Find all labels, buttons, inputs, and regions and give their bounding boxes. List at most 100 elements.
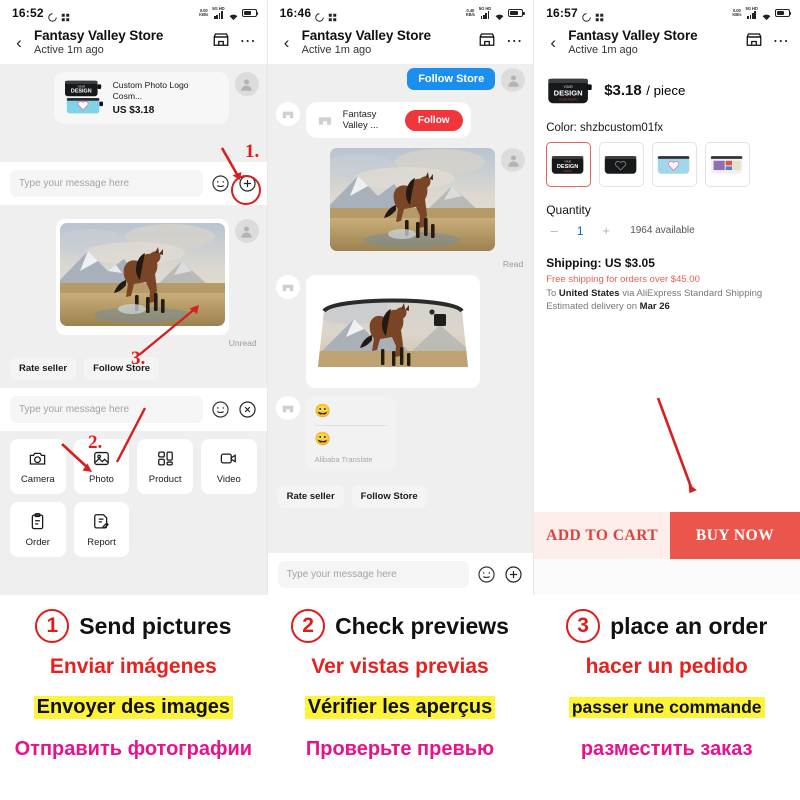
buy-now-button[interactable]: BUY NOW [670, 512, 800, 559]
sent-image-bubble[interactable] [330, 148, 496, 256]
battery-icon [774, 8, 792, 17]
network-rate: 0.00 KB/s [732, 7, 742, 17]
qty-available: 1964 available [630, 225, 695, 236]
follow-store-button[interactable]: Follow Store [351, 484, 427, 508]
qty-increment-button[interactable]: + [598, 223, 614, 238]
screenshot-root: 16:52 0.00 KB/s 5G HD ‹ Fantasy Valley S… [0, 0, 800, 800]
page-title: Fantasy Valley Store [568, 28, 698, 43]
report-icon [94, 513, 109, 528]
product-thumbnail: YOUR DESIGN [63, 79, 105, 117]
product-price: US $3.18 [112, 104, 155, 116]
translate-bubble: 😀 😀 Alibaba Translate [305, 396, 396, 471]
color-swatch-1[interactable] [599, 142, 645, 187]
step-2-russian: Проверьте превью [305, 737, 496, 761]
chat-body: Follow Store Fantasy Valley ... Follow R… [267, 64, 534, 595]
storefront-icon [314, 109, 336, 131]
network-rate: 0.00 KB/s [199, 7, 209, 17]
page-title: Fantasy Valley Store [301, 28, 431, 43]
store-card[interactable]: Fantasy Valley ... Follow [305, 102, 471, 138]
step-3-spanish-cell: hacer un pedido [533, 655, 800, 679]
svg-text:DESIGN: DESIGN [557, 164, 578, 170]
step-1-french-cell: Envoyer des images [0, 696, 267, 719]
product-thumbnail[interactable]: YOUR DESIGN YOUR PHOTO [546, 74, 594, 108]
quantity-label: Quantity [546, 203, 591, 217]
more-dots-icon[interactable]: ⋯ [773, 34, 790, 49]
annotation-number-3: 3. [131, 348, 146, 369]
chat-header: ‹ Fantasy Valley Store Active 1m ago ⋯ [0, 26, 267, 64]
shipping-title: Shipping: US $3.05 [546, 256, 655, 270]
emoji-smiley-icon[interactable] [211, 174, 230, 193]
attachment-video[interactable]: Video [200, 439, 257, 494]
close-circle-icon[interactable] [238, 400, 257, 419]
camera-icon [30, 452, 46, 465]
storefront-icon[interactable] [745, 31, 763, 54]
rate-seller-button[interactable]: Rate seller [10, 357, 77, 380]
qty-value[interactable]: 1 [572, 224, 588, 238]
storefront-icon[interactable] [478, 31, 496, 54]
step-3-french-cell: passer une commande [533, 696, 800, 719]
color-swatch-0[interactable]: YOUR DESIGN PHOTO [546, 142, 592, 187]
product-grid-icon [157, 451, 173, 465]
preview-image-bubble[interactable] [305, 275, 480, 388]
more-dots-icon[interactable]: ⋯ [506, 34, 523, 49]
back-chevron-icon[interactable]: ‹ [276, 34, 298, 51]
avatar [234, 219, 259, 243]
follow-store-button[interactable]: Follow Store [84, 357, 160, 380]
message-input[interactable]: Type your message here [277, 561, 470, 588]
step-3-french: passer une commande [568, 697, 765, 718]
add-to-cart-button[interactable]: ADD TO CART [534, 512, 671, 559]
back-chevron-icon[interactable]: ‹ [542, 34, 564, 51]
attachment-camera[interactable]: Camera [10, 439, 66, 494]
product-card[interactable]: YOUR DESIGN Custom Photo Logo Cosm... US… [53, 72, 229, 124]
sync-icon [315, 9, 325, 22]
horse-photo [330, 148, 496, 251]
step-number-2: 2 [291, 609, 326, 643]
panel-send-pictures: 16:52 0.00 KB/s 5G HD ‹ Fantasy Valley S… [0, 0, 267, 595]
more-dots-icon[interactable]: ⋯ [240, 34, 257, 49]
shipping-destination: To United States via AliExpress Standard… [546, 288, 788, 299]
emoji-smiley-icon[interactable] [477, 565, 496, 584]
message-row-preview [268, 269, 534, 388]
back-chevron-icon[interactable]: ‹ [8, 34, 30, 51]
network-rate: 0.40 KB/s [465, 7, 475, 17]
step-1-english-cell: 1 Send pictures [0, 609, 267, 643]
shipping-method: via AliExpress Standard Shipping [619, 288, 763, 299]
horse-photo [59, 223, 225, 326]
follow-store-chip[interactable]: Follow Store [407, 68, 496, 90]
attachment-report[interactable]: Report [73, 502, 130, 557]
instructions-strip: 1 Send pictures 2 Check previews 3 place… [0, 595, 800, 800]
step-1-spanish: Enviar imágenes [49, 655, 217, 678]
step-3-russian: разместить заказ [580, 737, 754, 761]
cta-bar: ADD TO CART BUY NOW [534, 512, 800, 559]
storefront-icon[interactable] [212, 31, 230, 54]
avatar [501, 148, 526, 172]
message-input[interactable]: Type your message here [10, 396, 203, 423]
instructions-line-french: Envoyer des images Vérifier les aperçus … [0, 696, 800, 719]
follow-button[interactable]: Follow [404, 109, 463, 131]
step-2-english-cell: 2 Check previews [267, 609, 534, 643]
attachment-order[interactable]: Order [10, 502, 66, 557]
attachment-product[interactable]: Product [137, 439, 193, 494]
qty-decrement-button[interactable]: – [546, 223, 562, 238]
color-swatch-2[interactable] [652, 142, 698, 187]
message-row-product: YOUR DESIGN Custom Photo Logo Cosm... US… [0, 64, 267, 124]
rate-seller-button[interactable]: Rate seller [277, 484, 344, 508]
attachment-grid-2: Order Report [10, 502, 257, 557]
sync-icon [582, 9, 591, 22]
sent-image-bubble[interactable] [55, 219, 229, 335]
svg-text:YOUR PHOTO: YOUR PHOTO [559, 97, 579, 101]
emoji-message-translated: 😀 [314, 430, 331, 446]
store-name: Fantasy Valley ... [342, 109, 379, 131]
attachment-label: Report [87, 536, 116, 548]
step-3-spanish: hacer un pedido [585, 655, 748, 678]
message-input[interactable]: Type your message here [10, 170, 203, 197]
product-detail-sheet: YOUR DESIGN YOUR PHOTO $3.18 / piece Col… [534, 64, 800, 595]
instructions-line-russian: Отправить фотографии Проверьте превью ра… [0, 737, 800, 761]
chat-header: ‹ Fantasy Valley Store Active 1m ago ⋯ [267, 26, 534, 64]
emoji-smiley-icon[interactable] [211, 400, 230, 419]
step-1-russian: Отправить фотографии [13, 737, 253, 761]
color-swatch-3[interactable] [705, 142, 751, 187]
signal-bars-icon [480, 11, 490, 20]
plus-circle-icon[interactable] [504, 565, 523, 584]
instructions-line-english: 1 Send pictures 2 Check previews 3 place… [0, 609, 800, 643]
